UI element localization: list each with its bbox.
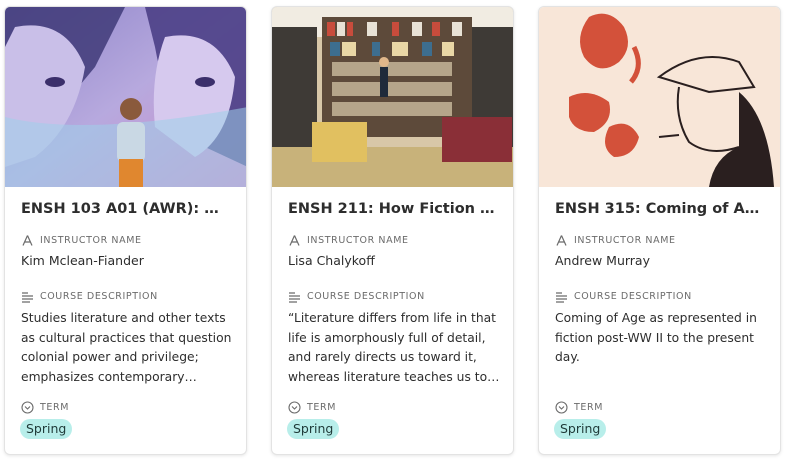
course-title[interactable]: ENSH 103 A01 (AWR): WRITING (21, 201, 233, 217)
term-label: TERM (555, 401, 603, 414)
course-description: Coming of Age as represented in fiction … (555, 311, 757, 364)
person-icon (22, 235, 33, 246)
course-title[interactable]: ENSH 211: How Fiction Works (288, 201, 500, 217)
course-image[interactable] (539, 7, 780, 187)
term-label: TERM (288, 401, 336, 414)
text-lines-icon (556, 292, 567, 303)
text-lines-icon (22, 292, 33, 303)
person-icon (556, 235, 567, 246)
instructor-name: Lisa Chalykoff (288, 253, 375, 268)
instructor-label: INSTRUCTOR NAME (555, 234, 676, 247)
course-image[interactable] (5, 7, 246, 187)
chevron-circle-icon (555, 401, 568, 414)
course-image[interactable] (272, 7, 513, 187)
course-title[interactable]: ENSH 315: Coming of Age in Fiction (555, 201, 767, 217)
term-label-text: TERM (574, 402, 604, 413)
term-label-text: TERM (40, 402, 70, 413)
course-card[interactable]: ENSH 211: How Fiction Works INSTRUCTOR N… (271, 6, 514, 455)
term-label-text: TERM (307, 402, 337, 413)
instructor-name: Kim Mclean-Fiander (21, 253, 144, 268)
description-label-text: COURSE DESCRIPTION (40, 291, 158, 302)
instructor-label: INSTRUCTOR NAME (21, 234, 142, 247)
instructor-label-text: INSTRUCTOR NAME (574, 235, 676, 246)
course-description: “Literature differs from life in that li… (288, 311, 496, 384)
instructor-name: Andrew Murray (555, 253, 650, 268)
description-label: COURSE DESCRIPTION (288, 290, 425, 303)
instructor-label-text: INSTRUCTOR NAME (307, 235, 409, 246)
instructor-label-text: INSTRUCTOR NAME (40, 235, 142, 246)
course-card[interactable]: ENSH 315: Coming of Age in Fiction INSTR… (538, 6, 781, 455)
term-badge: Spring (20, 419, 73, 439)
description-label-text: COURSE DESCRIPTION (574, 291, 692, 302)
term-badge: Spring (287, 419, 340, 439)
chevron-circle-icon (21, 401, 34, 414)
term-label: TERM (21, 401, 69, 414)
description-label-text: COURSE DESCRIPTION (307, 291, 425, 302)
chevron-circle-icon (288, 401, 301, 414)
description-label: COURSE DESCRIPTION (555, 290, 692, 303)
instructor-label: INSTRUCTOR NAME (288, 234, 409, 247)
course-card[interactable]: ENSH 103 A01 (AWR): WRITING INSTRUCTOR N… (4, 6, 247, 455)
person-icon (289, 235, 300, 246)
term-badge: Spring (554, 419, 607, 439)
course-description: Studies literature and other texts as cu… (21, 311, 232, 384)
text-lines-icon (289, 292, 300, 303)
description-label: COURSE DESCRIPTION (21, 290, 158, 303)
